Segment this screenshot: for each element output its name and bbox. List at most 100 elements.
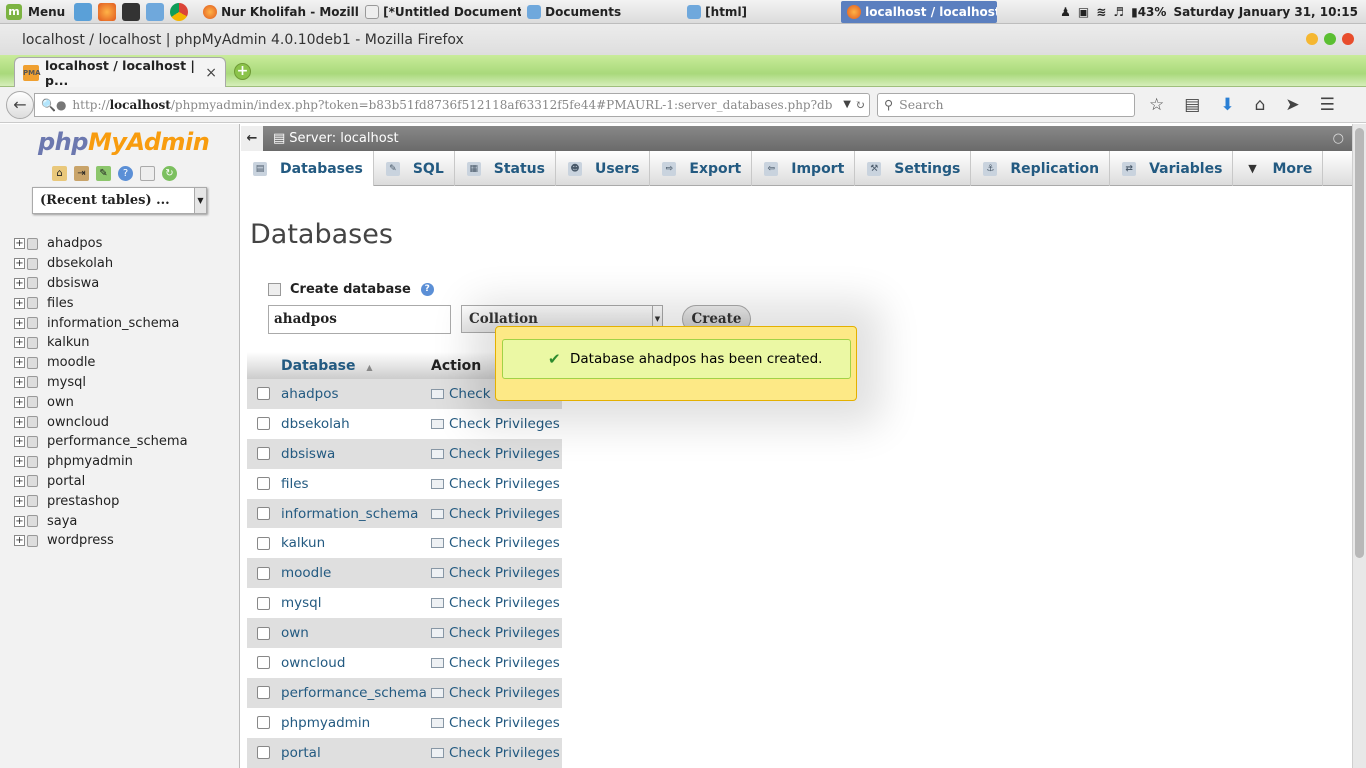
- database-link[interactable]: own: [281, 625, 309, 641]
- sidebar-db-item[interactable]: + saya: [14, 511, 188, 531]
- check-privileges-link[interactable]: Check Privileges: [431, 685, 560, 701]
- sidebar-db-item[interactable]: + prestashop: [14, 491, 188, 511]
- volume-icon[interactable]: ♬: [1113, 5, 1124, 19]
- sidebar-db-item[interactable]: + own: [14, 392, 188, 412]
- tab-databases[interactable]: ▤ Databases: [241, 151, 374, 186]
- check-privileges-link[interactable]: Check Privileges: [431, 416, 560, 432]
- wifi-icon[interactable]: ≋: [1096, 5, 1106, 19]
- expand-icon[interactable]: +: [14, 238, 25, 250]
- check-privileges-link[interactable]: Check Privileges: [431, 446, 560, 462]
- expand-icon[interactable]: +: [14, 317, 25, 329]
- row-checkbox[interactable]: [257, 507, 270, 520]
- sidebar-db-label[interactable]: dbsekolah: [47, 256, 113, 271]
- check-privileges-link[interactable]: Check Privileges: [431, 625, 560, 641]
- row-checkbox[interactable]: [257, 477, 270, 491]
- sidebar-db-label[interactable]: portal: [47, 474, 85, 489]
- expand-icon[interactable]: +: [14, 376, 25, 388]
- docs-help-icon[interactable]: ?: [118, 166, 133, 181]
- tab-users[interactable]: ☻ Users: [556, 151, 651, 186]
- sidebar-db-label[interactable]: owncloud: [47, 415, 109, 430]
- database-link[interactable]: dbsiswa: [281, 446, 335, 462]
- taskbar-firefox-other[interactable]: Nur Kholifah - Mozill...: [197, 1, 359, 23]
- sidebar-db-item[interactable]: + phpmyadmin: [14, 452, 188, 472]
- row-checkbox[interactable]: [257, 686, 270, 700]
- user-icon[interactable]: ♟: [1060, 5, 1071, 19]
- show-desktop-icon[interactable]: [74, 2, 93, 21]
- database-link[interactable]: dbsekolah: [281, 416, 350, 432]
- new-tab-button[interactable]: +: [234, 63, 251, 80]
- sidebar-db-label[interactable]: prestashop: [47, 494, 119, 509]
- row-checkbox[interactable]: [257, 656, 270, 670]
- expand-icon[interactable]: +: [14, 258, 25, 270]
- back-button[interactable]: ←: [6, 90, 34, 119]
- sidebar-db-item[interactable]: + files: [14, 293, 188, 313]
- sidebar-db-label[interactable]: files: [47, 296, 74, 311]
- browser-tab[interactable]: PMA localhost / localhost | p... ×: [14, 57, 226, 88]
- sidebar-db-item[interactable]: + ahadpos: [14, 234, 188, 254]
- sidebar-db-label[interactable]: dbsiswa: [47, 276, 99, 291]
- expand-icon[interactable]: +: [14, 416, 25, 428]
- expand-icon[interactable]: +: [14, 396, 25, 408]
- database-name-input[interactable]: ahadpos: [268, 305, 451, 334]
- database-link[interactable]: portal: [281, 745, 321, 761]
- check-privileges-link[interactable]: Check Privileges: [431, 535, 560, 551]
- query-window-icon[interactable]: ✎: [96, 166, 111, 181]
- send-icon[interactable]: ➤: [1285, 95, 1299, 115]
- taskbar-html-folder[interactable]: [html]: [681, 1, 841, 23]
- tab-replication[interactable]: ⚓ Replication: [971, 151, 1111, 186]
- check-privileges-link[interactable]: Check Privileges: [431, 506, 560, 522]
- sidebar-db-label[interactable]: phpmyadmin: [47, 454, 133, 469]
- hamburger-menu-icon[interactable]: ☰: [1320, 95, 1335, 115]
- sidebar-db-label[interactable]: own: [47, 395, 74, 410]
- database-link[interactable]: mysql: [281, 595, 322, 611]
- sidebar-db-item[interactable]: + dbsiswa: [14, 274, 188, 294]
- tab-sql[interactable]: ✎ SQL: [374, 151, 455, 186]
- server-label[interactable]: Server: localhost: [289, 131, 398, 146]
- recent-tables-select[interactable]: (Recent tables) ... ▼: [32, 187, 207, 214]
- tab-status[interactable]: ▦ Status: [455, 151, 556, 186]
- sidebar-db-label[interactable]: performance_schema: [47, 434, 188, 449]
- check-privileges-link[interactable]: Check Privileges: [431, 655, 560, 671]
- tab-settings[interactable]: ⚒ Settings: [855, 151, 972, 186]
- close-window-button[interactable]: [1342, 33, 1354, 45]
- tab-close-button[interactable]: ×: [205, 65, 217, 81]
- tab-export[interactable]: ⇨ Export: [650, 151, 753, 186]
- phpmyadmin-logo[interactable]: phpMyAdmin: [38, 128, 210, 156]
- row-checkbox[interactable]: [257, 566, 270, 580]
- expand-icon[interactable]: +: [14, 535, 25, 547]
- sidebar-db-label[interactable]: ahadpos: [47, 236, 102, 251]
- sidebar-db-item[interactable]: + portal: [14, 472, 188, 492]
- reload-navigation-icon[interactable]: ↻: [162, 166, 177, 181]
- sidebar-db-item[interactable]: + moodle: [14, 353, 188, 373]
- url-dropdown-icon[interactable]: ▼: [843, 99, 851, 110]
- sidebar-db-label[interactable]: kalkun: [47, 335, 90, 350]
- expand-icon[interactable]: +: [14, 357, 25, 369]
- files-launcher-icon[interactable]: [146, 2, 165, 21]
- expand-icon[interactable]: +: [14, 297, 25, 309]
- terminal-launcher-icon[interactable]: [122, 2, 141, 21]
- home-icon[interactable]: ⌂: [1255, 95, 1266, 115]
- battery-status[interactable]: ▮43%: [1131, 5, 1166, 19]
- expand-icon[interactable]: +: [14, 515, 25, 527]
- reload-icon[interactable]: ↻: [855, 98, 865, 112]
- expand-icon[interactable]: +: [14, 277, 25, 289]
- tab-import[interactable]: ⇦ Import: [752, 151, 856, 186]
- row-checkbox[interactable]: [257, 746, 270, 760]
- tab-variables[interactable]: ⇄ Variables: [1110, 151, 1234, 186]
- firefox-launcher-icon[interactable]: [98, 2, 117, 21]
- downloads-icon[interactable]: ⬇: [1220, 95, 1234, 115]
- logout-icon[interactable]: ⇥: [74, 166, 89, 181]
- update-icon[interactable]: ▣: [1078, 5, 1089, 19]
- sidebar-db-item[interactable]: + kalkun: [14, 333, 188, 353]
- database-link[interactable]: kalkun: [281, 535, 325, 551]
- sidebar-db-label[interactable]: wordpress: [47, 533, 114, 548]
- bookmark-star-icon[interactable]: ☆: [1149, 95, 1164, 115]
- sidebar-db-item[interactable]: + information_schema: [14, 313, 188, 333]
- check-privileges-link[interactable]: Check Privileges: [431, 715, 560, 731]
- scrollbar-thumb[interactable]: [1355, 128, 1364, 558]
- taskbar-text-editor[interactable]: [*Untitled Document...: [359, 1, 521, 23]
- row-checkbox[interactable]: [257, 716, 270, 730]
- search-bar[interactable]: ⚲ Search: [877, 92, 1135, 117]
- sidebar-db-item[interactable]: + wordpress: [14, 531, 188, 551]
- check-privileges-link[interactable]: Check Privileges: [431, 565, 560, 581]
